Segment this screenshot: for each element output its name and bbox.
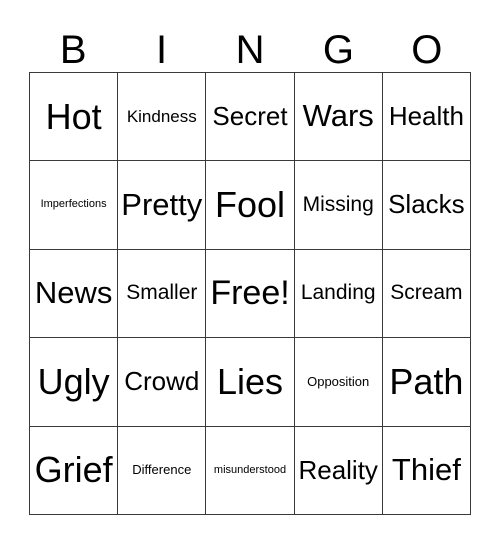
bingo-cell-i2[interactable]: Pretty	[118, 161, 207, 250]
bingo-cell-label: Scream	[390, 281, 463, 305]
bingo-cell-i4[interactable]: Crowd	[118, 338, 207, 427]
bingo-cell-label: Hot	[45, 95, 102, 137]
bingo-cell-label: Grief	[34, 449, 113, 491]
bingo-cell-b5[interactable]: Grief	[30, 426, 119, 515]
bingo-cell-label: misunderstood	[213, 463, 287, 476]
bingo-cell-label: Opposition	[307, 374, 370, 390]
bingo-cell-label: Difference	[132, 462, 192, 478]
bingo-cell-i3[interactable]: Smaller	[118, 249, 207, 339]
bingo-cell-free-space[interactable]: Free!	[206, 249, 295, 339]
bingo-cell-label: Wars	[302, 98, 374, 134]
bingo-free-space-label: Free!	[210, 273, 290, 312]
bingo-cell-i5[interactable]: Difference	[118, 426, 207, 515]
bingo-cell-i1[interactable]: Kindness	[118, 73, 207, 162]
bingo-cell-label: Thief	[391, 452, 461, 488]
bingo-cell-label: Missing	[302, 193, 374, 217]
bingo-cell-label: Smaller	[126, 281, 198, 305]
bingo-cell-n5[interactable]: misunderstood	[206, 426, 295, 515]
bingo-cell-label: Pretty	[121, 186, 203, 222]
bingo-cell-n4[interactable]: Lies	[206, 338, 295, 427]
bingo-header-row: B I N G O	[29, 18, 471, 72]
bingo-cell-label: Landing	[300, 281, 376, 305]
bingo-cell-label: Path	[389, 360, 464, 402]
header-letter-b: B	[59, 28, 87, 72]
bingo-cell-label: Crowd	[124, 366, 200, 397]
bingo-cell-b1[interactable]: Hot	[30, 73, 119, 162]
bingo-cell-g2[interactable]: Missing	[294, 161, 383, 250]
bingo-grid: Hot Kindness Secret Wars Health Imperfec…	[29, 72, 471, 515]
header-letter-o: O	[411, 28, 443, 72]
bingo-cell-o5[interactable]: Thief	[382, 426, 471, 515]
bingo-cell-label: Lies	[216, 360, 284, 402]
bingo-cell-label: Slacks	[388, 189, 465, 220]
bingo-cell-label: Imperfections	[40, 198, 107, 211]
bingo-cell-label: Fool	[214, 184, 285, 226]
bingo-cell-g4[interactable]: Opposition	[294, 338, 383, 427]
bingo-cell-label: News	[34, 275, 113, 311]
bingo-cell-n1[interactable]: Secret	[206, 73, 295, 162]
bingo-cell-b3[interactable]: News	[30, 249, 119, 339]
bingo-cell-b4[interactable]: Ugly	[30, 338, 119, 427]
bingo-cell-label: Health	[388, 101, 464, 132]
bingo-cell-label: Secret	[212, 101, 288, 132]
bingo-cell-label: Reality	[298, 454, 378, 485]
bingo-cell-o1[interactable]: Health	[382, 73, 471, 162]
header-letter-n: N	[235, 28, 265, 72]
bingo-cell-g3[interactable]: Landing	[294, 249, 383, 339]
bingo-cell-o3[interactable]: Scream	[382, 249, 471, 339]
header-letter-i: I	[156, 28, 168, 72]
bingo-cell-g1[interactable]: Wars	[294, 73, 383, 162]
header-letter-g: G	[322, 28, 354, 72]
bingo-cell-b2[interactable]: Imperfections	[30, 161, 119, 250]
bingo-cell-g5[interactable]: Reality	[294, 426, 383, 515]
bingo-cell-o4[interactable]: Path	[382, 338, 471, 427]
bingo-cell-n2[interactable]: Fool	[206, 161, 295, 250]
bingo-card: B I N G O Hot Kindness Secret Wars Healt…	[0, 0, 500, 544]
bingo-cell-o2[interactable]: Slacks	[382, 161, 471, 250]
bingo-cell-label: Kindness	[126, 106, 197, 126]
bingo-cell-label: Ugly	[37, 360, 110, 402]
